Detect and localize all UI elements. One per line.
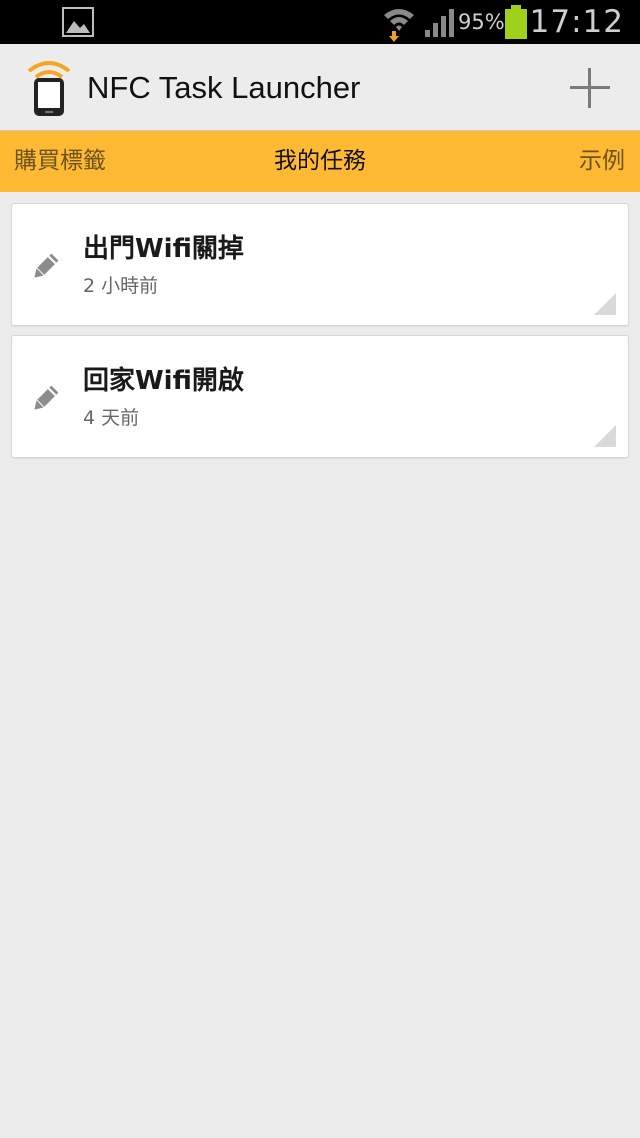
- wifi-download-icon: [384, 9, 414, 42]
- corner-triangle-icon: [594, 425, 616, 447]
- clock: 17:12: [529, 4, 624, 40]
- task-card[interactable]: 回家Wifi開啟 4 天前: [11, 335, 629, 458]
- app-title: NFC Task Launcher: [87, 70, 361, 105]
- battery-percent: 95%: [458, 10, 505, 34]
- pencil-icon: [34, 253, 59, 278]
- task-name: 出門Wifi關掉: [83, 234, 244, 264]
- tab-strip: 我的任務 購買標籤 示例: [0, 131, 640, 192]
- tab-buy-tags[interactable]: 購買標籤: [14, 131, 106, 192]
- task-time: 4 天前: [83, 407, 140, 429]
- nfc-phone-icon: [27, 61, 71, 116]
- add-button[interactable]: [566, 64, 614, 112]
- battery-icon: [505, 5, 527, 39]
- action-bar: NFC Task Launcher: [0, 44, 640, 131]
- corner-triangle-icon: [594, 293, 616, 315]
- tab-examples[interactable]: 示例: [579, 131, 625, 192]
- signal-icon: [425, 9, 454, 37]
- task-name: 回家Wifi開啟: [83, 366, 244, 396]
- image-icon: [62, 7, 94, 37]
- task-card[interactable]: 出門Wifi關掉 2 小時前: [11, 203, 629, 326]
- task-time: 2 小時前: [83, 275, 159, 297]
- pencil-icon: [34, 385, 59, 410]
- status-bar: 95% 17:12: [0, 0, 640, 44]
